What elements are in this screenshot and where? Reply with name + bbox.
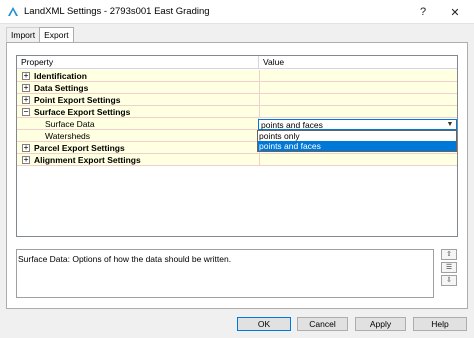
move-up-icon[interactable]: ⇧ [441,249,457,260]
description-panel: Surface Data: Options of how the data sh… [16,249,434,298]
help-icon[interactable]: ? [408,0,438,24]
surface-data-dropdown-list: points only points and faces [257,130,457,152]
expand-icon[interactable]: + [22,144,30,152]
option-points-only[interactable]: points only [258,131,456,141]
title-bar: LandXML Settings - 2793s001 East Grading… [0,0,474,24]
tab-import[interactable]: Import [6,27,41,42]
category-data-settings[interactable]: + Data Settings [17,82,457,94]
move-down-icon[interactable]: ⇩ [441,275,457,286]
property-label: Watersheds [45,131,91,141]
chevron-down-icon[interactable]: ▼ [445,120,455,129]
close-icon[interactable]: ✕ [440,0,470,24]
expand-icon[interactable]: + [22,72,30,80]
collapse-icon[interactable]: − [22,108,30,116]
expand-icon[interactable]: + [22,84,30,92]
expand-icon[interactable]: + [22,96,30,104]
description-tools: ⇧ ☰ ⇩ [441,249,457,289]
grid-divider [17,165,457,166]
category-point-export-settings[interactable]: + Point Export Settings [17,94,457,106]
combobox-value: points and faces [261,120,323,130]
category-alignment-export-settings[interactable]: + Alignment Export Settings [17,154,457,166]
surface-data-combobox[interactable]: points and faces ▼ [258,119,457,130]
ok-button[interactable]: OK [237,317,291,331]
property-label: Surface Data [45,119,95,129]
list-icon[interactable]: ☰ [441,262,457,273]
property-column-header[interactable]: Property [17,56,259,69]
window-title: LandXML Settings - 2793s001 East Grading [24,6,210,17]
category-surface-export-settings[interactable]: − Surface Export Settings [17,106,457,118]
help-button[interactable]: Help [413,317,467,331]
grid-header: Property Value [17,56,457,69]
category-identification[interactable]: + Identification [17,70,457,82]
apply-button[interactable]: Apply [355,317,406,331]
tab-export[interactable]: Export [39,27,74,43]
tab-strip: Import Export [6,27,74,43]
expand-icon[interactable]: + [22,156,30,164]
option-points-and-faces[interactable]: points and faces [258,141,456,151]
value-column-header[interactable]: Value [259,56,457,69]
cancel-button[interactable]: Cancel [297,317,348,331]
autocad-civil-icon [8,7,18,16]
description-text: Surface Data: Options of how the data sh… [18,254,232,264]
